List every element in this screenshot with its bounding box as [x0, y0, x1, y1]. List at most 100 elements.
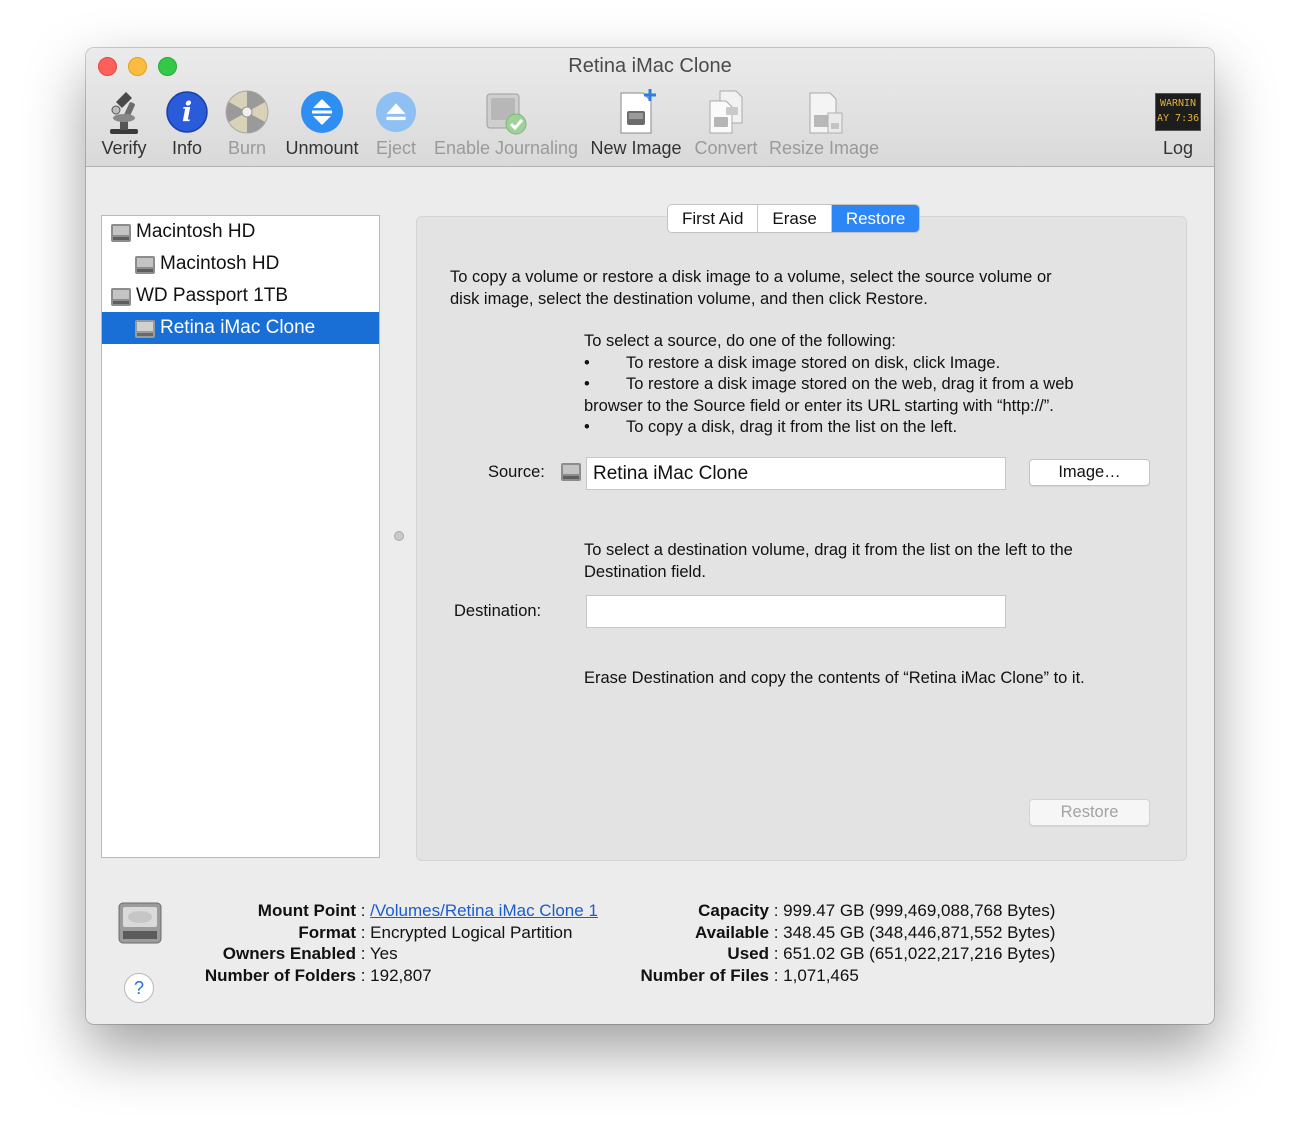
restore-panel	[416, 216, 1187, 861]
tab-erase[interactable]: Erase	[758, 205, 832, 232]
log-button[interactable]: WARNIN AY 7:36 Log	[1154, 86, 1202, 159]
volume-disk-icon	[118, 902, 162, 944]
number-of-files-label: Number of Files	[640, 965, 769, 985]
sidebar-item-wd-passport[interactable]: WD Passport 1TB	[102, 280, 379, 312]
dest-help-line-2: Destination field.	[584, 562, 706, 581]
verify-label: Verify	[101, 138, 147, 158]
sidebar-item-macintosh-hd-volume[interactable]: Macintosh HD	[102, 248, 379, 280]
mount-point-label: Mount Point	[257, 901, 356, 920]
enable-journaling-button[interactable]: Enable Journaling	[433, 86, 579, 159]
window-title: Retina iMac Clone	[568, 55, 732, 77]
available-label: Available	[694, 922, 769, 942]
burn-label: Burn	[227, 138, 267, 158]
used-label: Used	[727, 944, 769, 963]
unmount-icon	[284, 86, 360, 138]
restore-intro-text: To copy a volume or restore a disk image…	[450, 267, 1052, 310]
sidebar-item-macintosh-hd-disk[interactable]: Macintosh HD	[102, 216, 379, 248]
unmount-label: Unmount	[285, 138, 359, 158]
destination-instructions: To select a destination volume, drag it …	[584, 540, 1073, 583]
eject-icon	[374, 86, 418, 138]
info-icon: i	[164, 86, 210, 138]
source-field[interactable]: Retina iMac Clone	[586, 457, 1006, 490]
verify-button[interactable]: Verify	[99, 86, 149, 159]
new-image-icon	[589, 86, 683, 138]
intro-line-1: To copy a volume or restore a disk image…	[450, 268, 1052, 286]
separator: :	[356, 944, 370, 963]
new-image-button[interactable]: New Image	[589, 86, 683, 159]
hard-disk-icon	[111, 224, 131, 242]
tab-first-aid[interactable]: First Aid	[668, 205, 759, 232]
capacity-label: Capacity	[698, 901, 769, 920]
source-heading: To select a source, do one of the follow…	[584, 332, 896, 350]
journaling-disk-icon	[433, 86, 579, 138]
dest-help-line-1: To select a destination volume, drag it …	[584, 541, 1073, 559]
separator: :	[769, 901, 784, 920]
owners-enabled-label: Owners Enabled	[222, 944, 356, 963]
format-label: Format	[298, 922, 356, 942]
title-bar: Retina iMac Clone Verify i Info Burn Unm…	[86, 48, 1214, 167]
svg-text:i: i	[182, 97, 192, 128]
eject-label: Eject	[375, 138, 417, 158]
intro-line-2: disk image, select the destination volum…	[450, 289, 928, 308]
unmount-button[interactable]: Unmount	[284, 86, 360, 159]
new-image-label: New Image	[590, 138, 682, 158]
burn-disc-icon	[223, 86, 271, 138]
convert-label: Convert	[694, 138, 758, 158]
bullet-symbol: •	[584, 418, 590, 436]
convert-icon	[692, 86, 760, 138]
sidebar-item-label: Retina iMac Clone	[160, 317, 316, 338]
image-button[interactable]: Image…	[1029, 459, 1150, 486]
number-of-files-value: 1,071,465	[783, 965, 859, 985]
tab-restore[interactable]: Restore	[831, 205, 920, 232]
capacity-value: 999.47 GB (999,469,088,768 Bytes)	[783, 901, 1056, 920]
separator: :	[356, 922, 371, 942]
split-view-divider-handle[interactable]	[394, 531, 404, 541]
used-value: 651.02 GB (651,022,217,216 Bytes)	[783, 944, 1056, 963]
bullet-1-text: To restore a disk image stored on disk, …	[626, 353, 1001, 372]
disk-list-sidebar: Macintosh HD Macintosh HD WD Passport 1T…	[101, 215, 380, 858]
help-button[interactable]: ?	[124, 973, 154, 1003]
source-label: Source:	[488, 463, 545, 481]
burn-button[interactable]: Burn	[223, 86, 271, 159]
hard-disk-icon	[135, 320, 155, 338]
volume-info-right: Capacity : 999.47 GB (999,469,088,768 By…	[606, 900, 1056, 986]
mount-point-link[interactable]: /Volumes/Retina iMac Clone 1	[370, 901, 598, 920]
sidebar-item-label: Macintosh HD	[136, 221, 256, 242]
available-value: 348.45 GB (348,446,871,552 Bytes)	[783, 922, 1056, 942]
format-value: Encrypted Logical Partition	[370, 922, 573, 942]
number-of-folders-label: Number of Folders	[204, 965, 356, 985]
destination-label: Destination:	[454, 602, 542, 620]
destination-field[interactable]	[586, 595, 1006, 628]
resize-image-icon	[769, 86, 879, 138]
console-log-icon: WARNIN AY 7:36	[1154, 86, 1202, 138]
bullet-symbol: •	[584, 353, 590, 372]
eject-button[interactable]: Eject	[374, 86, 418, 159]
sidebar-item-retina-imac-clone[interactable]: Retina iMac Clone	[102, 312, 379, 344]
volume-info-left: Mount Point : /Volumes/Retina iMac Clone…	[182, 900, 598, 986]
convert-button[interactable]: Convert	[692, 86, 760, 159]
restore-summary-text: Erase Destination and copy the contents …	[584, 669, 1085, 687]
separator: :	[769, 944, 784, 963]
info-label: Info	[171, 138, 203, 158]
separator: :	[356, 901, 371, 920]
bullet-1: • To restore a disk image stored on disk,…	[584, 353, 1074, 375]
number-of-folders-value: 192,807	[370, 965, 432, 985]
log-icon-line-1: WARNIN	[1159, 98, 1197, 109]
bullet-symbol: •	[584, 375, 590, 393]
sidebar-item-label: Macintosh HD	[160, 253, 280, 274]
restore-button[interactable]: Restore	[1029, 799, 1150, 826]
bullet-2: • To restore a disk image stored on the w…	[584, 374, 1074, 396]
bullet-3: • To copy a disk, drag it from the list o…	[584, 417, 1074, 439]
hard-disk-icon	[135, 256, 155, 274]
disk-utility-window: Retina iMac Clone Verify i Info Burn Unm…	[86, 48, 1214, 1024]
enable-journaling-label: Enable Journaling	[433, 138, 579, 158]
hard-disk-icon	[111, 288, 131, 306]
microscope-icon	[99, 86, 149, 138]
info-button[interactable]: i Info	[164, 86, 210, 159]
separator: :	[769, 965, 784, 985]
bullet-3-text: To copy a disk, drag it from the list on…	[626, 418, 958, 436]
sidebar-item-label: WD Passport 1TB	[136, 285, 289, 306]
separator: :	[769, 922, 784, 942]
resize-image-button[interactable]: Resize Image	[769, 86, 879, 159]
separator: :	[356, 965, 371, 985]
